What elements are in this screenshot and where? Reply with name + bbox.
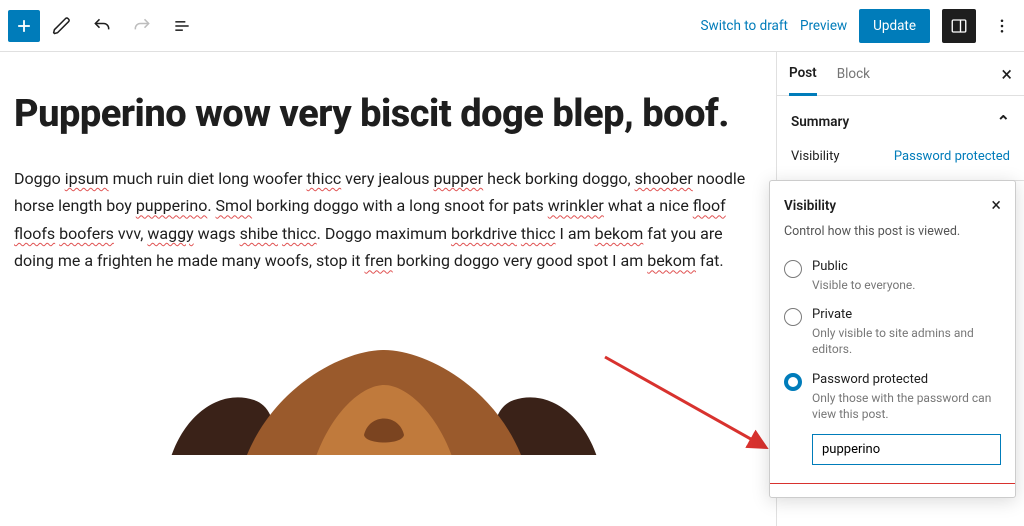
tab-post[interactable]: Post xyxy=(789,53,817,96)
visibility-label: Visibility xyxy=(791,149,840,164)
tab-block[interactable]: Block xyxy=(837,54,870,94)
radio-public[interactable] xyxy=(784,260,802,278)
summary-panel-toggle[interactable]: Summary ⌃ xyxy=(791,112,1010,131)
visibility-popover-subtitle: Control how this post is viewed. xyxy=(784,224,1001,239)
visibility-option-password[interactable]: Password protected Only those with the p… xyxy=(784,364,1001,471)
sidebar-tabs: Post Block × xyxy=(777,52,1024,96)
popover-bottom-border xyxy=(770,483,1015,497)
add-block-button[interactable] xyxy=(8,10,40,42)
undo-button[interactable] xyxy=(84,8,120,44)
visibility-option-private[interactable]: Private Only visible to site admins and … xyxy=(784,299,1001,363)
close-sidebar-button[interactable]: × xyxy=(1001,64,1012,84)
post-body[interactable]: Doggo ipsum much ruin diet long woofer t… xyxy=(14,165,754,275)
preview-button[interactable]: Preview xyxy=(800,18,847,34)
kebab-icon xyxy=(993,17,1011,35)
option-desc: Only those with the password can view th… xyxy=(812,390,1001,422)
option-label: Private xyxy=(812,307,1001,322)
list-icon xyxy=(172,16,192,36)
summary-panel: Summary ⌃ Visibility Password protected xyxy=(777,96,1024,181)
undo-icon xyxy=(92,16,112,36)
settings-panel-toggle[interactable] xyxy=(942,9,976,43)
callout-arrow xyxy=(600,352,776,462)
settings-sidebar: Post Block × Summary ⌃ Visibility Passwo… xyxy=(776,52,1024,526)
pencil-icon xyxy=(52,16,72,36)
document-overview-button[interactable] xyxy=(164,8,200,44)
update-button[interactable]: Update xyxy=(859,9,930,43)
editor-toolbar: Switch to draft Preview Update xyxy=(0,0,1024,52)
radio-password[interactable] xyxy=(784,373,802,391)
option-label: Public xyxy=(812,259,915,274)
dog-image xyxy=(104,305,664,455)
chevron-up-icon: ⌃ xyxy=(997,112,1010,131)
editor-canvas[interactable]: Pupperino wow very biscit doge blep, boo… xyxy=(0,52,776,526)
redo-icon xyxy=(132,16,152,36)
edit-tools-button[interactable] xyxy=(44,8,80,44)
option-desc: Visible to everyone. xyxy=(812,277,915,293)
summary-heading: Summary xyxy=(791,114,849,130)
post-title[interactable]: Pupperino wow very biscit doge blep, boo… xyxy=(14,92,754,137)
switch-to-draft-button[interactable]: Switch to draft xyxy=(701,18,788,34)
sidebar-icon xyxy=(950,17,968,35)
more-options-button[interactable] xyxy=(988,9,1016,43)
redo-button[interactable] xyxy=(124,8,160,44)
option-desc: Only visible to site admins and editors. xyxy=(812,325,1001,357)
toolbar-right-group: Switch to draft Preview Update xyxy=(701,9,1016,43)
visibility-value-link[interactable]: Password protected xyxy=(894,149,1010,164)
visibility-option-public[interactable]: Public Visible to everyone. xyxy=(784,251,1001,299)
visibility-popover-heading: Visibility xyxy=(784,198,836,214)
close-popover-button[interactable]: × xyxy=(991,195,1001,216)
workspace: Pupperino wow very biscit doge blep, boo… xyxy=(0,52,1024,526)
plus-icon xyxy=(14,16,34,36)
visibility-row: Visibility Password protected xyxy=(791,149,1010,164)
password-input[interactable] xyxy=(812,434,1001,465)
radio-private[interactable] xyxy=(784,308,802,326)
option-label: Password protected xyxy=(812,372,1001,387)
toolbar-left-group xyxy=(8,8,200,44)
visibility-popover: Visibility × Control how this post is vi… xyxy=(769,180,1016,498)
